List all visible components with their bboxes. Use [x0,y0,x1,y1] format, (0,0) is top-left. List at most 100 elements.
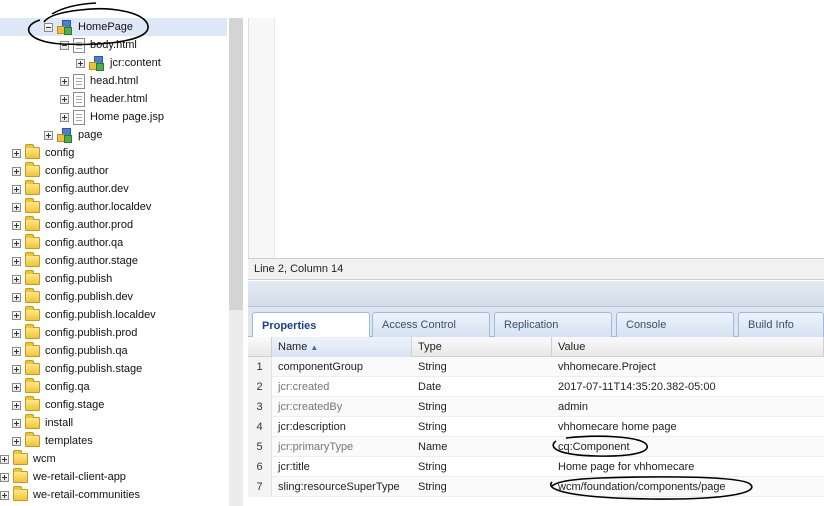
tree-node[interactable]: install [0,414,73,432]
tree-node[interactable]: config.publish.prod [0,324,137,342]
tree-node[interactable]: config.publish.dev [0,288,133,306]
folder-icon [25,360,40,375]
table-row[interactable]: 1 componentGroup String vhhomecare.Project [248,357,824,377]
cell-name[interactable]: jcr:created [272,377,412,397]
tree-node[interactable]: templates [0,432,93,450]
scrollbar-track[interactable] [229,310,243,506]
tree-node[interactable]: config.author.qa [0,234,123,252]
expand-icon[interactable] [12,292,21,302]
table-row[interactable]: 5 jcr:primaryType Name cq:Component [248,437,824,457]
collapse-icon[interactable] [44,22,53,32]
cell-type[interactable]: Date [412,377,552,397]
expand-icon[interactable] [12,238,21,248]
expand-icon[interactable] [12,148,21,158]
table-row[interactable]: 4 jcr:description String vhhomecare home pa… [248,417,824,437]
tree-node[interactable]: config.author.dev [0,180,129,198]
tree-node[interactable]: config.publish [0,270,112,288]
tree-node[interactable]: Home page.jsp [0,108,164,126]
expand-icon[interactable] [0,490,9,500]
code-editor[interactable] [248,18,824,258]
tree-node[interactable]: config.publish.qa [0,342,128,360]
expand-icon[interactable] [12,166,21,176]
cell-name[interactable]: jcr:primaryType [272,437,412,457]
tree-scrollbar[interactable] [227,18,246,506]
tree-node[interactable]: HomePage [0,18,227,36]
tree-node[interactable]: config.author.localdev [0,198,151,216]
expand-icon[interactable] [60,94,69,104]
tab-replication[interactable]: Replication [494,312,612,337]
expand-icon[interactable] [76,58,85,68]
cell-value[interactable]: cq:Component [552,437,824,457]
expand-icon[interactable] [0,454,9,464]
tab-access-control[interactable]: Access Control [372,312,490,337]
expand-icon[interactable] [12,400,21,410]
expand-icon[interactable] [12,382,21,392]
cell-type[interactable]: String [412,457,552,477]
tree-node[interactable]: we-retail-communities [0,486,140,504]
column-header-type[interactable]: Type [412,337,552,357]
expand-icon[interactable] [12,346,21,356]
cell-value[interactable]: wcm/foundation/components/page [552,477,824,497]
table-row[interactable]: 6 jcr:title String Home page for vhhomecare [248,457,824,477]
tree-node[interactable]: wcm [0,450,56,468]
scrollbar-thumb[interactable] [229,18,243,310]
expand-icon[interactable] [0,472,9,482]
tab-build-info[interactable]: Build Info [738,312,824,337]
cell-name[interactable]: componentGroup [272,357,412,377]
table-row[interactable]: 3 jcr:createdBy String admin [248,397,824,417]
expand-icon[interactable] [60,112,69,122]
expand-icon[interactable] [12,256,21,266]
expand-icon[interactable] [12,184,21,194]
folder-icon [13,468,28,483]
tree-node[interactable]: config.qa [0,378,90,396]
tree-node[interactable]: config.stage [0,396,104,414]
tree-node-label: config.qa [45,381,90,393]
expand-icon[interactable] [12,418,21,428]
tree-node[interactable]: config.author.stage [0,252,138,270]
cell-value[interactable]: vhhomecare.Project [552,357,824,377]
expand-icon[interactable] [12,310,21,320]
expand-icon[interactable] [12,436,21,446]
tree-node[interactable]: config [0,144,74,162]
cell-name[interactable]: jcr:description [272,417,412,437]
column-header-name[interactable]: Name ▲ [272,337,412,357]
tree-node[interactable]: config.publish.localdev [0,306,156,324]
tree-node[interactable]: body.html [0,36,137,54]
tab-properties[interactable]: Properties [252,312,370,338]
column-header-value[interactable]: Value [552,337,824,357]
expand-icon[interactable] [60,76,69,86]
expand-icon[interactable] [12,328,21,338]
cell-name[interactable]: jcr:title [272,457,412,477]
expand-icon[interactable] [44,130,53,140]
tree-node-label: config.publish.prod [45,327,138,339]
expand-icon[interactable] [12,220,21,230]
tree-node[interactable]: page [0,126,102,144]
tree-node[interactable]: header.html [0,90,147,108]
tree-node[interactable]: we-retail-client-app [0,468,126,486]
tab-console[interactable]: Console [616,312,734,337]
collapse-icon[interactable] [60,40,69,50]
tree-node[interactable]: jcr:content [0,54,161,72]
tree-node[interactable]: head.html [0,72,138,90]
expand-icon[interactable] [12,274,21,284]
tree-node-label: header.html [90,93,148,105]
expand-icon[interactable] [12,364,21,374]
cell-type[interactable]: String [412,397,552,417]
cell-value[interactable]: vhhomecare home page [552,417,824,437]
cell-name[interactable]: jcr:createdBy [272,397,412,417]
cell-name[interactable]: sling:resourceSuperType [272,477,412,497]
cell-type[interactable]: String [412,477,552,497]
tree-node[interactable]: config.author [0,162,109,180]
cell-value[interactable]: Home page for vhhomecare [552,457,824,477]
expand-icon[interactable] [12,202,21,212]
cell-type[interactable]: String [412,417,552,437]
table-row[interactable]: 2 jcr:created Date 2017-07-11T14:35:20.382-… [248,377,824,397]
cell-value[interactable]: admin [552,397,824,417]
cell-type[interactable]: String [412,357,552,377]
cell-type[interactable]: Name [412,437,552,457]
repository-tree[interactable]: HomePage body.html jcr:content head.html hea… [0,18,227,506]
tree-node[interactable]: config.author.prod [0,216,133,234]
tree-node[interactable]: config.publish.stage [0,360,142,378]
cell-value[interactable]: 2017-07-11T14:35:20.382-05:00 [552,377,824,397]
table-row[interactable]: 7 sling:resourceSuperType String wcm/founda… [248,477,824,497]
